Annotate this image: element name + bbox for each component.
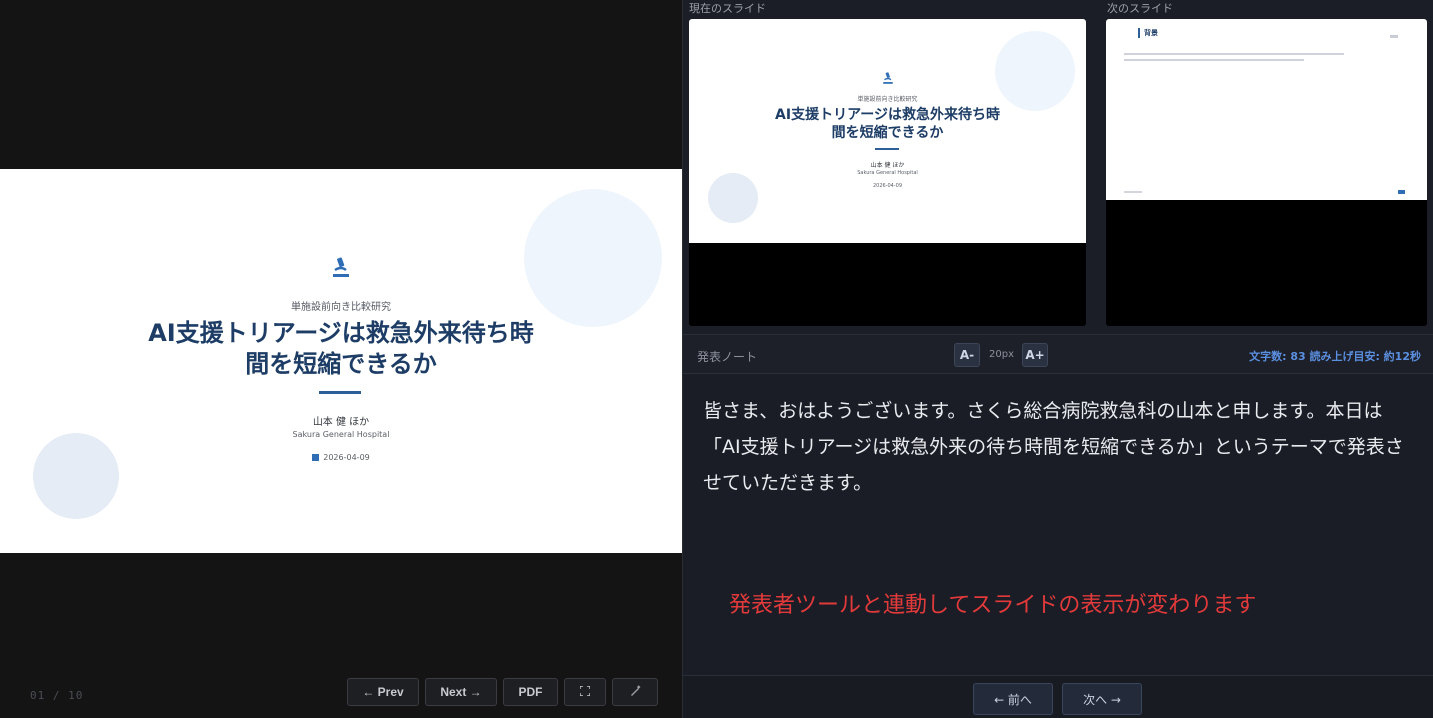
font-decrease-button[interactable]: A- [954,343,980,367]
note-stats: 文字数: 83 読み上げ目安: 約12秒 [1249,350,1421,363]
slide-author: 山本 健 ほか [312,417,370,428]
next-slide-footer-right [1398,190,1405,194]
presenter-next-button[interactable]: 次へ → [1062,683,1142,715]
main-slide: 単施設前向き比較研究 AI支援トリアージは救急外来待ち時 間を短縮できるか 山本… [0,169,682,553]
font-increase-button[interactable]: A+ [1022,343,1048,367]
thumb-title-line2: 間を短縮できるか [831,125,944,141]
overlay-annotation: 発表者ツールと連動してスライドの表示が変わります [729,593,1257,618]
prev-button[interactable]: ← Prev [347,678,419,706]
fullscreen-icon [579,685,591,699]
font-size-display: 20px [989,349,1014,360]
current-slide-thumbnail: 単施設前向き比較研究 AI支援トリアージは救急外来待ち時 間を短縮できるか 山本… [689,19,1086,243]
pen-button[interactable] [612,678,658,706]
next-button[interactable]: Next → [425,678,497,706]
thumb-title-line1: AI支援トリアージは救急外来待ち時 [775,107,1000,123]
slide-viewer: 単施設前向き比較研究 AI支援トリアージは救急外来待ち時 間を短縮できるか 山本… [0,0,682,718]
slide-title-line1: AI支援トリアージは救急外来待ち時 [148,319,534,347]
page-counter: 01 / 10 [30,689,84,702]
thumb-microscope-icon [882,70,894,89]
notes-toolbar: 発表ノート A- 20px A+ 文字数: 83 読み上げ目安: 約12秒 [683,334,1433,374]
slide-subtitle: 単施設前向き比較研究 [291,302,391,313]
thumb-affiliation: Sakura General Hospital [857,170,918,176]
fullscreen-button[interactable] [564,678,606,706]
slide-date: 2026-04-09 [0,453,682,462]
next-slide-heading-bar [1138,28,1140,38]
next-slide-text-line2 [1124,59,1304,61]
calendar-icon [312,454,320,461]
thumb-author: 山本 健 ほか [870,162,905,169]
slide-title-line2: 間を短縮できるか [245,350,437,378]
thumb-underline [875,148,899,150]
slide-affiliation: Sakura General Hospital [292,430,390,439]
current-slide-label: 現在のスライド [689,2,766,15]
next-slide-text-line1 [1124,53,1344,55]
presentation-app: 単施設前向き比較研究 AI支援トリアージは救急外来待ち時 間を短縮できるか 山本… [0,0,1433,718]
notes-label: 発表ノート [697,350,758,364]
presenter-nav: ← 前へ 次へ → [683,675,1433,718]
pen-icon [629,684,641,700]
pdf-button[interactable]: PDF [503,678,558,706]
next-slide-label: 次のスライド [1107,2,1173,15]
thumb-date: 2026-04-09 [872,183,903,189]
presenter-prev-button[interactable]: ← 前へ [973,683,1053,715]
next-slide-thumbnail: 背景 [1106,19,1427,200]
next-slide-heading: 背景 [1144,29,1158,37]
next-slide-logo [1390,35,1398,38]
notes-text: 皆さま、おはようございます。さくら総合病院救急科の山本と申します。本日は「AI支… [703,400,1404,494]
next-slide-footer-left [1124,191,1142,193]
slide-date-text: 2026-04-09 [323,453,370,462]
title-underline [319,391,361,394]
microscope-icon [331,257,351,283]
decor-circle-bottom-left [33,433,119,519]
notes-area[interactable]: 皆さま、おはようございます。さくら総合病院救急科の山本と申します。本日は「AI支… [683,375,1433,675]
thumb-subtitle: 単施設前向き比較研究 [857,96,918,103]
next-slide-preview[interactable]: 背景 [1106,19,1427,326]
thumb-decor-circle-bottom [708,173,758,223]
current-slide-preview[interactable]: 単施設前向き比較研究 AI支援トリアージは救急外来待ち時 間を短縮できるか 山本… [689,19,1086,326]
